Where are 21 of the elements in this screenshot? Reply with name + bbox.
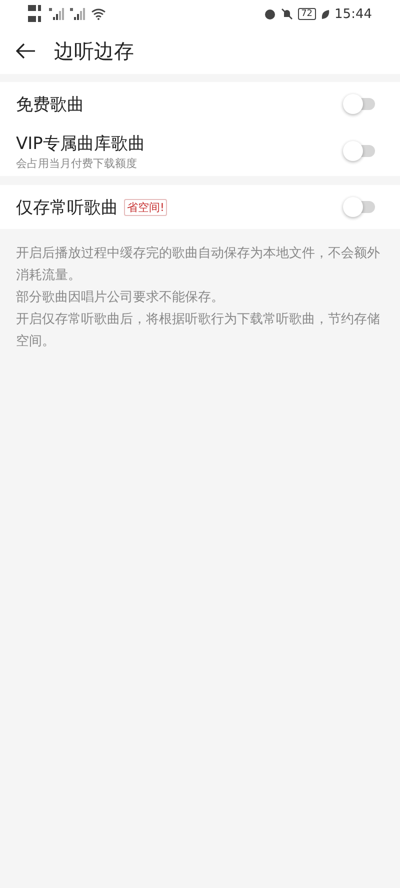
note-text: 部分歌曲因唱片公司要求不能保存。 [16,289,225,307]
signal-icon [70,8,86,20]
setting-description: 会占用当月付费下载额度 [16,156,138,170]
toggle-switch[interactable] [343,197,375,217]
back-arrow-icon [16,43,36,59]
toggle-switch[interactable] [343,94,375,114]
page-title: 边听边存 [54,38,134,64]
note-text: 开启后播放过程中缓存完的歌曲自动保存为本地文件，不会额外消耗流量。 [16,245,381,285]
setting-label: 免费歌曲 [16,94,84,116]
signal-icon [49,8,65,20]
bell-muted-icon [281,8,294,20]
tag-badge: 省空间! [124,198,168,216]
wifi-icon [91,8,106,20]
battery-level: 72 [298,8,316,20]
back-button[interactable] [16,43,36,59]
leaf-icon [320,8,330,20]
setting-label: VIP专属曲库歌曲 [16,132,145,154]
note-text: 开启仅存常听歌曲后，将根据听歌行为下载常听歌曲，节约存储空间。 [16,311,381,351]
clock-time: 15:44 [334,6,372,22]
toggle-switch[interactable] [343,141,375,161]
setting-label: 仅存常听歌曲 [16,196,118,218]
